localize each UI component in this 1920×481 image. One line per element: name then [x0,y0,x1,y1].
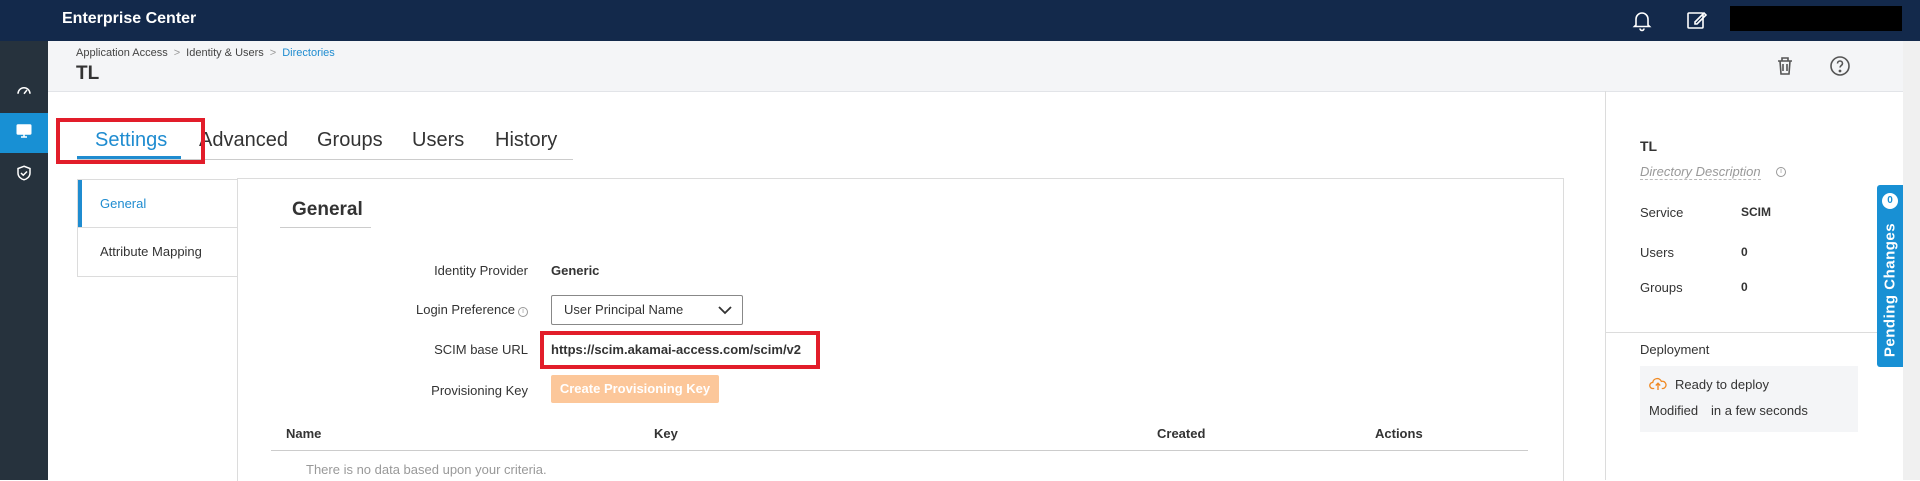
page-header: Application Access > Identity & Users > Dire… [48,41,1920,92]
column-actions: Actions [1375,426,1423,441]
table-empty-message: There is no data based upon your criteri… [306,462,547,477]
modified-label: Modified [1649,403,1699,418]
pending-changes-count: 0 [1882,193,1898,209]
page-scrollbar[interactable] [1903,41,1920,480]
groups-value: 0 [1741,280,1748,294]
highlight-box-scim-url [540,331,820,369]
create-provisioning-key-button[interactable]: Create Provisioning Key [551,375,719,403]
top-bar: Enterprise Center [0,0,1920,41]
edit-icon[interactable] [1685,8,1709,32]
deployment-status: Ready to deploy [1675,377,1769,392]
user-account-redacted[interactable] [1730,6,1902,31]
provisioning-keys-table-header: Name Key Created Actions [271,418,1528,451]
pending-changes-label: Pending Changes [1881,222,1899,358]
trash-icon[interactable] [1773,54,1797,78]
directory-description-field[interactable]: Directory Description [1640,164,1761,180]
login-preference-select[interactable]: User Principal Name [551,295,743,325]
description-info-icon[interactable]: i [1776,167,1786,177]
help-icon[interactable] [1828,54,1852,78]
tab-groups[interactable]: Groups [317,129,383,152]
settings-subnav: General Attribute Mapping [77,179,238,277]
cloud-upload-icon [1649,376,1667,397]
highlight-box-settings [56,118,205,164]
nav-dashboard[interactable] [0,72,48,112]
users-label: Users [1640,245,1674,260]
sidebar-divider [1605,91,1606,480]
subnav-general[interactable]: General [78,180,238,227]
identity-provider-value: Generic [551,263,600,278]
column-created[interactable]: Created [1157,426,1205,441]
service-label: Service [1640,205,1684,220]
column-name[interactable]: Name [286,426,321,441]
sidebar-title: TL [1640,138,1658,154]
nav-application-access[interactable] [0,113,48,153]
shield-check-icon [15,164,33,187]
groups-label: Groups [1640,280,1683,295]
tab-advanced[interactable]: Advanced [199,129,288,152]
tab-users[interactable]: Users [412,129,464,152]
login-preference-label: Login Preference [415,302,515,317]
section-divider [280,227,371,228]
login-preference-value: User Principal Name [564,302,684,317]
sidebar-section-divider [1606,332,1920,333]
subnav-attribute-mapping[interactable]: Attribute Mapping [78,228,238,275]
modified-value: in a few seconds [1711,403,1808,418]
dashboard-icon [15,81,33,104]
info-icon[interactable]: i [518,307,528,317]
breadcrumb: Application Access > Identity & Users > Dire… [76,47,335,59]
breadcrumb-directories[interactable]: Directories [282,47,335,59]
tab-history[interactable]: History [495,129,557,152]
users-value: 0 [1741,245,1748,259]
deployment-status-box: Ready to deploy Modified in a few second… [1640,366,1858,432]
breadcrumb-application-access[interactable]: Application Access [76,47,168,59]
service-value: SCIM [1741,205,1771,219]
column-key[interactable]: Key [654,426,678,441]
nav-security[interactable] [0,155,48,195]
deployment-label: Deployment [1640,342,1710,357]
bell-icon[interactable] [1630,8,1654,32]
monitor-icon [15,122,33,145]
app-title: Enterprise Center [62,10,197,27]
breadcrumb-identity-users[interactable]: Identity & Users [186,47,264,59]
scim-url-label: SCIM base URL [434,342,528,357]
left-nav [0,41,48,480]
identity-provider-label: Identity Provider [434,263,528,278]
provisioning-key-label: Provisioning Key [431,383,528,398]
page-title: TL [76,63,100,84]
login-preference-label-row: Login Preference i [380,302,528,317]
pending-changes-tab[interactable]: 0 Pending Changes [1877,185,1903,367]
section-title: General [292,199,363,220]
